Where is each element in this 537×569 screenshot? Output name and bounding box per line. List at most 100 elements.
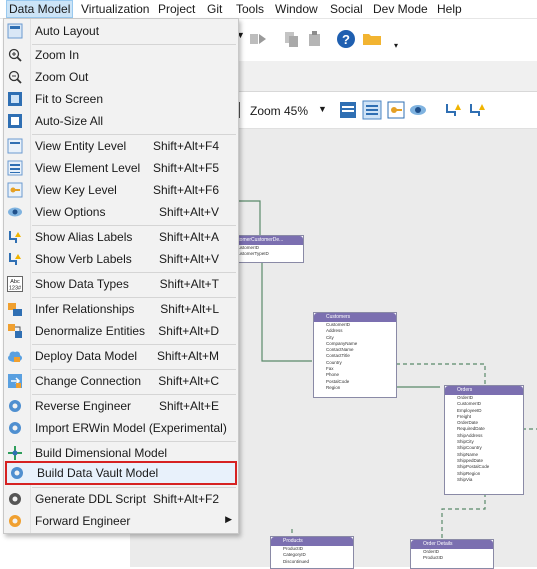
menu-item-deploy-data-model[interactable]: Deploy Data Model Shift+Alt+M: [4, 345, 238, 367]
zoom-dropdown-icon[interactable]: ▼: [318, 104, 327, 114]
menu-virtualization[interactable]: Virtualization: [81, 2, 149, 16]
entity-orders[interactable]: Orders OrderID CustomerID EmployeeID Fre…: [444, 385, 524, 495]
data-types-icon: Abc123#: [7, 276, 23, 292]
menu-item-label: Show Data Types: [35, 277, 129, 291]
menu-item-infer-relationships[interactable]: Infer Relationships Shift+Alt+L: [4, 298, 238, 320]
menu-item-show-data-types[interactable]: Abc 123# Show Data Types Shift+Alt+T: [4, 273, 238, 295]
menu-item-shortcut: Shift+Alt+F6: [152, 183, 219, 197]
menu-item-shortcut: Shift+Alt+V: [158, 252, 219, 266]
menu-item-zoom-in[interactable]: Zoom In: [4, 44, 238, 66]
main-toolbar: ▼ ? ▾: [236, 19, 537, 61]
gear-icon: [11, 467, 23, 479]
menu-item-shortcut: Shift+Alt+T: [159, 277, 219, 291]
menu-item-zoom-out[interactable]: Zoom Out: [4, 66, 238, 88]
menu-data-model[interactable]: Data Model: [6, 0, 74, 18]
view-element-icon[interactable]: [362, 100, 382, 120]
menu-item-shortcut: Shift+Alt+F2: [152, 492, 219, 506]
zoom-in-icon: [8, 48, 22, 62]
menu-item-shortcut: Shift+Alt+E: [158, 399, 219, 413]
menu-tools[interactable]: Tools: [236, 2, 264, 16]
gear-orange-icon: [9, 515, 21, 527]
entity-title: Order Details: [411, 540, 493, 549]
entity-products[interactable]: Products ProductID CategoryID Discontinu…: [270, 536, 354, 569]
verb-labels-icon[interactable]: [468, 100, 488, 120]
copy-icon[interactable]: [282, 29, 302, 49]
menu-item-change-connection[interactable]: Change Connection Shift+Alt+C: [4, 370, 238, 392]
menu-item-show-verb-labels[interactable]: Show Verb Labels Shift+Alt+V: [4, 248, 238, 270]
menu-item-label: Fit to Screen: [35, 92, 104, 106]
menu-item-auto-layout[interactable]: Auto Layout: [4, 20, 238, 42]
zoom-value[interactable]: 45%: [284, 104, 308, 118]
menu-help[interactable]: Help: [437, 2, 462, 16]
menu-item-label: View Entity Level: [35, 139, 127, 153]
menu-item-auto-size-all[interactable]: Auto-Size All: [4, 110, 238, 132]
menu-social[interactable]: Social: [330, 2, 363, 16]
menu-dev-mode[interactable]: Dev Mode: [373, 2, 428, 16]
menu-item-fit-to-screen[interactable]: Fit to Screen: [4, 88, 238, 110]
menu-item-shortcut: Shift+Alt+M: [156, 349, 219, 363]
menu-project[interactable]: Project: [158, 2, 195, 16]
menu-item-show-alias-labels[interactable]: Show Alias Labels Shift+Alt+A: [4, 226, 238, 248]
data-model-menu: Auto Layout Zoom In Zoom Out Fit to Scre…: [3, 18, 239, 534]
denormalize-icon: [8, 324, 22, 338]
menu-item-shortcut: Shift+Alt+F4: [152, 139, 219, 153]
view-key-icon[interactable]: [386, 100, 406, 120]
zoom-out-icon: [8, 70, 22, 84]
menu-item-forward-engineer[interactable]: Forward Engineer ▶: [4, 510, 238, 532]
menu-item-label: Deploy Data Model: [35, 349, 138, 363]
verb-labels-icon: [9, 253, 21, 265]
entity-field: CustomerTypeID: [235, 251, 269, 257]
menu-item-view-entity-level[interactable]: View Entity Level Shift+Alt+F4: [4, 135, 238, 157]
help-icon[interactable]: ?: [336, 29, 356, 49]
entity-title: Orders: [445, 386, 523, 395]
entity-field: Region: [326, 384, 341, 390]
menu-item-reverse-engineer[interactable]: Reverse Engineer Shift+Alt+E: [4, 395, 238, 417]
infer-relationships-icon: [8, 303, 22, 316]
menu-item-view-options[interactable]: View Options Shift+Alt+V: [4, 201, 238, 223]
menu-item-shortcut: Shift+Alt+V: [158, 205, 219, 219]
paste-icon[interactable]: [306, 29, 326, 49]
menu-item-import-erwin-model[interactable]: Import ERWin Model (Experimental): [4, 417, 238, 439]
entity-customers[interactable]: Customers CustomerID Address City Compan…: [313, 312, 397, 398]
entity-order-details[interactable]: Order Details OrderID ProductID: [410, 539, 494, 569]
overflow-icon[interactable]: ▾: [394, 41, 414, 61]
menu-window[interactable]: Window: [275, 2, 318, 16]
entity-title: Customers: [314, 313, 396, 322]
num-glyph: 123#: [9, 286, 22, 292]
change-connection-icon: [8, 374, 22, 388]
menu-item-shortcut: Shift+Alt+F5: [152, 161, 219, 175]
dimensional-model-icon: [8, 446, 22, 460]
menu-item-label: Zoom In: [35, 48, 80, 62]
folder-icon[interactable]: [362, 29, 382, 49]
menu-item-label: Build Data Vault Model: [37, 466, 159, 480]
entity-customer-type[interactable]: ustomerCustomerDe... CustomerID Customer…: [230, 235, 304, 263]
menu-item-label: View Key Level: [35, 183, 117, 197]
svg-text:?: ?: [342, 32, 350, 47]
entity-title: Products: [271, 537, 353, 546]
menu-item-shortcut: Shift+Alt+A: [158, 230, 219, 244]
view-options-icon[interactable]: [408, 100, 428, 120]
entity-title: ustomerCustomerDe...: [231, 236, 303, 245]
view-entity-icon[interactable]: [338, 100, 358, 120]
move-next-icon[interactable]: [248, 29, 268, 49]
menu-item-generate-ddl-script[interactable]: Generate DDL Script Shift+Alt+F2: [4, 488, 238, 510]
alias-labels-icon: [9, 231, 21, 243]
entity-level-icon: [7, 138, 23, 154]
diagram-toolbar: [236, 92, 537, 129]
fit-screen-icon: [8, 92, 22, 106]
menu-item-label: Infer Relationships: [35, 302, 135, 316]
menu-item-denormalize-entities[interactable]: Denormalize Entities Shift+Alt+D: [4, 320, 238, 342]
menu-item-label: View Element Level: [35, 161, 141, 175]
menu-item-label: View Options: [35, 205, 106, 219]
menu-item-view-key-level[interactable]: View Key Level Shift+Alt+F6: [4, 179, 238, 201]
menu-item-build-data-vault-model[interactable]: Build Data Vault Model: [5, 461, 237, 485]
menu-git[interactable]: Git: [207, 2, 222, 16]
deploy-cloud-icon: [8, 351, 22, 362]
menu-item-label: Auto Layout: [35, 24, 100, 38]
alias-labels-icon[interactable]: [444, 100, 464, 120]
gear-dark-icon: [9, 493, 21, 505]
auto-size-icon: [8, 114, 22, 128]
gear-icon: [9, 422, 21, 434]
menu-item-view-element-level[interactable]: View Element Level Shift+Alt+F5: [4, 157, 238, 179]
abc-glyph: Abc: [10, 279, 20, 285]
